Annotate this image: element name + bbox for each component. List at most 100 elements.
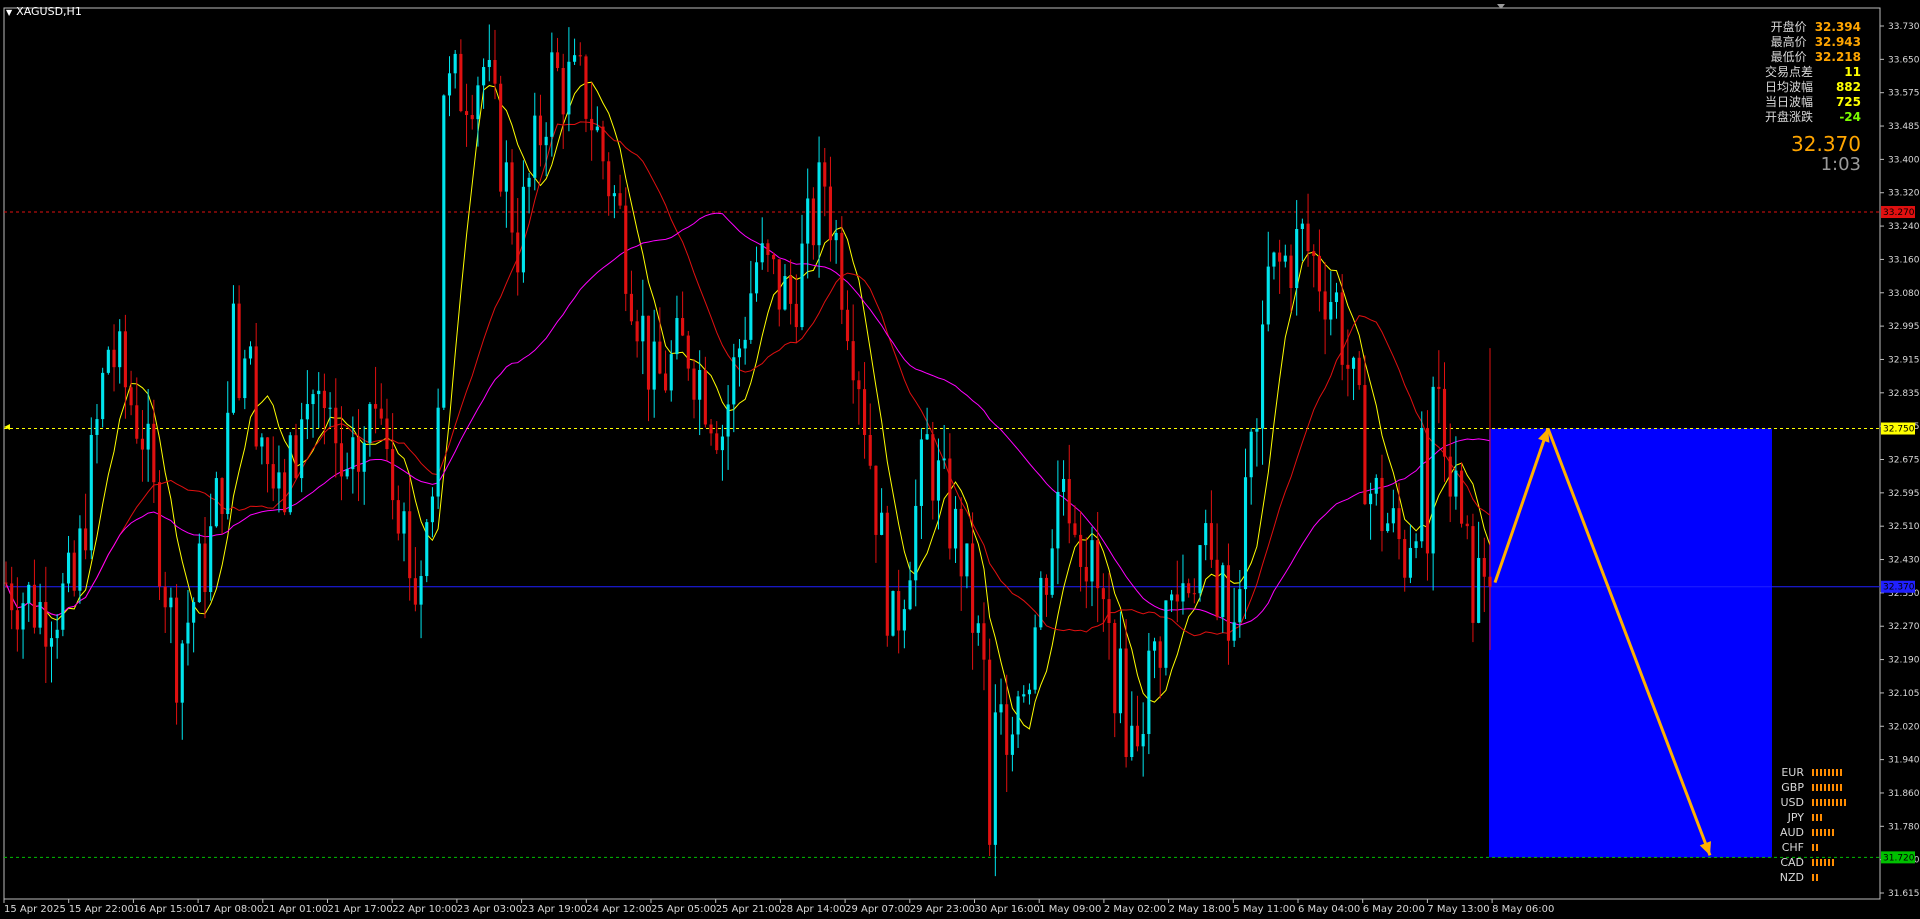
candle-body [4, 582, 8, 584]
candle-body [436, 407, 440, 497]
candle-body [1226, 565, 1231, 641]
candle-body [44, 602, 48, 647]
y-tick-label: 33.160 [1888, 255, 1920, 265]
strength-bar-segment [1840, 799, 1842, 806]
price-level-label: 31.720 [1883, 853, 1915, 863]
candle-body [1238, 589, 1242, 623]
candle-body [754, 262, 759, 294]
candle-body [476, 85, 480, 120]
strength-bar-segment [1832, 799, 1834, 806]
candle-body [1005, 704, 1009, 755]
candle-body [1249, 431, 1253, 478]
strength-row: GBP [1776, 780, 1846, 795]
x-tick-label: 30 Apr 16:00 [975, 904, 1040, 915]
candle-body [1425, 427, 1430, 554]
candle-body [1261, 324, 1265, 429]
candle-body [669, 354, 673, 391]
candle-body [123, 331, 127, 388]
y-tick-label: 32.270 [1888, 622, 1920, 632]
x-tick-label: 5 May 11:00 [1233, 904, 1295, 915]
strength-bar-segment [1840, 769, 1842, 776]
candle-body [101, 372, 105, 420]
y-tick-label: 32.915 [1888, 355, 1920, 365]
candle-body [953, 508, 958, 549]
candle-body [1204, 523, 1208, 546]
candle-body [84, 528, 88, 551]
candle-body [715, 433, 719, 451]
candle-body [379, 408, 383, 419]
candle-body [1437, 386, 1441, 389]
candle-body [1312, 251, 1316, 256]
strength-bar-segment [1844, 799, 1846, 806]
candle-body [180, 643, 184, 703]
candle-body [1465, 523, 1469, 527]
candle-body [948, 458, 952, 549]
candle-body [999, 704, 1003, 713]
candle-body [1380, 477, 1384, 532]
candle-body [203, 543, 207, 593]
x-tick-label: 23 Apr 03:00 [457, 904, 522, 915]
info-value: 32.394 [1814, 20, 1861, 34]
candle-body [584, 56, 588, 119]
candle-body [1397, 508, 1401, 540]
candle-body [692, 368, 696, 400]
candle-body [66, 552, 71, 584]
currency-label: CAD [1780, 856, 1804, 869]
y-tick-label: 33.320 [1888, 189, 1920, 199]
y-tick-label: 32.595 [1888, 489, 1920, 499]
symbol-title: XAGUSD,H1 [16, 5, 82, 18]
candle-body [749, 293, 753, 340]
candle-body [1096, 540, 1100, 589]
strength-row: EUR [1776, 765, 1846, 780]
info-label: 开盘价 [1770, 20, 1807, 34]
candle-body [624, 205, 628, 294]
strength-bar-segment [1828, 829, 1830, 836]
strength-bar-segment [1812, 769, 1814, 776]
y-tick-label: 31.615 [1888, 889, 1920, 899]
strength-row: NZD [1776, 870, 1846, 885]
candle-body [408, 511, 412, 579]
strength-bar-segment [1812, 859, 1814, 866]
candle-body [157, 482, 162, 587]
candle-body [146, 423, 150, 450]
candle-body [1027, 689, 1032, 695]
candle-body [874, 465, 878, 535]
candle-body [641, 315, 645, 342]
y-tick-label: 32.430 [1888, 556, 1920, 566]
x-tick-label: 21 Apr 17:00 [328, 904, 393, 915]
ma-fast-line [5, 81, 1491, 730]
candle-body [1403, 539, 1407, 578]
candle-body [726, 404, 730, 437]
strength-bar-segment [1836, 784, 1838, 791]
candle-body [612, 193, 616, 197]
candle-body [1323, 291, 1327, 320]
candle-body [243, 358, 247, 399]
currency-label: AUD [1779, 826, 1804, 839]
strength-bar-segment [1828, 784, 1830, 791]
info-row: 最高价 32.943 [1765, 35, 1861, 50]
candle-body [470, 115, 474, 120]
candle-body [1221, 565, 1225, 618]
strength-bar-segment [1820, 859, 1822, 866]
candle-body [1061, 478, 1066, 492]
strength-row: AUD [1776, 825, 1846, 840]
x-tick-label: 21 Apr 01:00 [263, 904, 328, 915]
candle-body [823, 162, 827, 187]
candle-body [1243, 477, 1248, 590]
strength-bar-segment [1836, 769, 1838, 776]
candle-body [106, 349, 110, 373]
candle-body [817, 162, 821, 246]
x-tick-label: 15 Apr 2025 [4, 904, 66, 915]
strength-bar-segment [1820, 784, 1822, 791]
price-chart[interactable]: 33.730 33.650 33.575 33.485 33.400 33.320 33.2… [0, 0, 1920, 919]
price-level-label: 32.370 [1883, 583, 1915, 593]
candle-body [760, 243, 764, 263]
candle-body [732, 357, 736, 405]
candle-body [374, 404, 378, 409]
candle-body [1460, 470, 1464, 524]
dropdown-triangle-icon[interactable]: ▼ [6, 8, 12, 17]
candle-body [260, 437, 264, 447]
y-tick-label: 32.510 [1888, 522, 1920, 532]
x-tick-label: 25 Apr 21:00 [716, 904, 781, 915]
candle-body [271, 464, 275, 489]
